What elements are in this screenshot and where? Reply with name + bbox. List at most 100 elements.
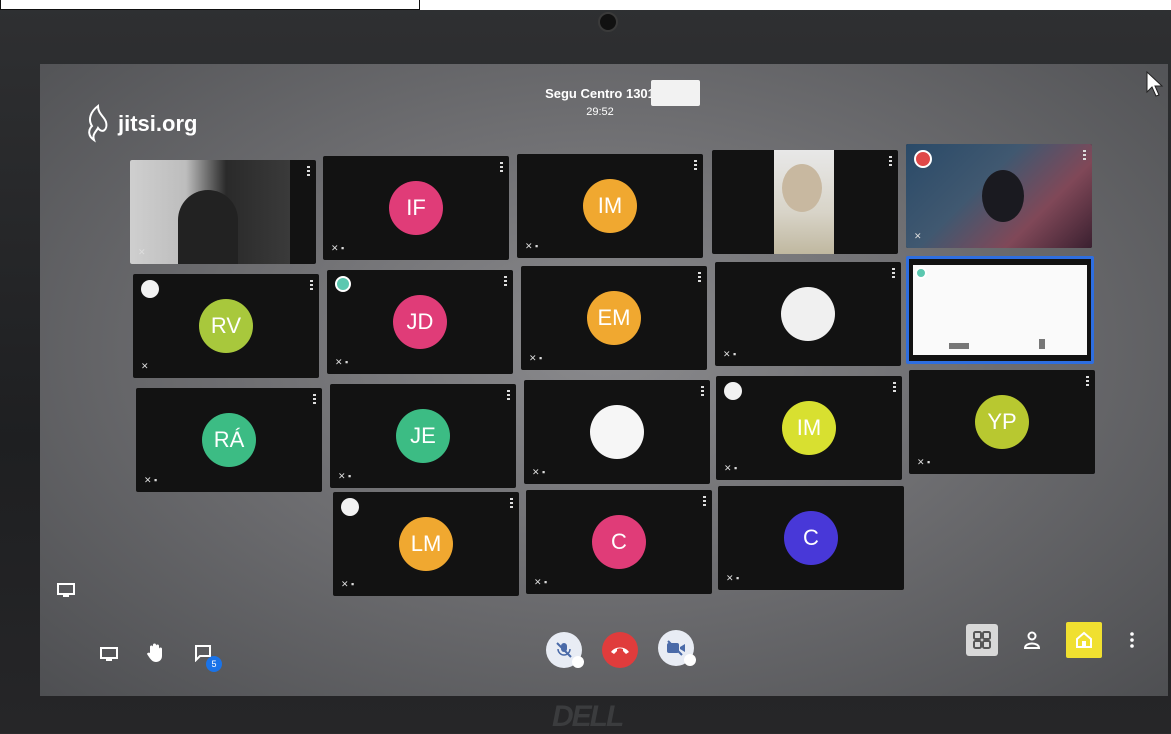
connection-status-icon xyxy=(335,276,351,292)
more-button[interactable] xyxy=(1122,628,1142,652)
mic-muted-indicator-icon: ✕ ▪ xyxy=(726,573,740,583)
tile-menu-icon[interactable] xyxy=(1083,150,1086,160)
status-dot xyxy=(341,498,359,516)
avatar: C xyxy=(592,515,646,569)
recording-icon xyxy=(914,150,932,168)
invite-icon xyxy=(1076,631,1092,648)
mic-muted-indicator-icon: ✕ ▪ xyxy=(723,349,737,359)
avatar: RV xyxy=(199,299,253,353)
avatar xyxy=(781,287,835,341)
tile-menu-icon[interactable] xyxy=(313,394,316,404)
participant-tile[interactable]: ✕ ▪ xyxy=(524,380,710,484)
invite-button[interactable] xyxy=(1066,622,1102,658)
meeting-timer: 29:52 xyxy=(586,106,614,118)
mic-muted-indicator-icon: ✕ ▪ xyxy=(525,241,539,251)
tile-view-icon xyxy=(973,631,991,649)
status-dot xyxy=(141,280,159,298)
participant-tile[interactable]: IM ✕ ▪ xyxy=(716,376,902,480)
participant-tile[interactable]: IF ✕ ▪ xyxy=(323,156,509,260)
more-icon xyxy=(1130,632,1134,648)
chat-unread-badge: 5 xyxy=(206,656,222,672)
mic-muted-indicator-icon: ✕ ▪ xyxy=(144,475,158,485)
hangup-icon xyxy=(611,647,629,654)
logo-text: jitsi.org xyxy=(118,111,198,136)
avatar: LM xyxy=(399,517,453,571)
avatar xyxy=(590,405,644,459)
tile-menu-icon[interactable] xyxy=(893,382,896,392)
mic-muted-indicator-icon: ✕ ▪ xyxy=(532,467,546,477)
mic-muted-indicator-icon: ✕ ▪ xyxy=(338,471,352,481)
tile-menu-icon[interactable] xyxy=(892,268,895,278)
participant-tile[interactable]: RÁ ✕ ▪ xyxy=(136,388,322,492)
avatar: JD xyxy=(393,295,447,349)
avatar: C xyxy=(784,511,838,565)
mic-muted-icon xyxy=(556,642,572,658)
jitsi-logo[interactable]: jitsi.org xyxy=(84,104,197,144)
avatar: YP xyxy=(975,395,1029,449)
raise-hand-button[interactable] xyxy=(142,640,168,666)
avatar: RÁ xyxy=(202,413,256,467)
tile-menu-icon[interactable] xyxy=(1086,376,1089,386)
mouse-cursor-icon xyxy=(1146,70,1164,97)
screen-share-tile[interactable] xyxy=(906,256,1094,364)
participant-tile[interactable]: C ✕ ▪ xyxy=(526,490,712,594)
top-strip xyxy=(0,0,1171,10)
tile-menu-icon[interactable] xyxy=(889,156,892,166)
screenshare-icon xyxy=(57,583,75,597)
mic-muted-indicator-icon: ✕ ▪ xyxy=(335,357,349,367)
mic-muted-indicator-icon: ✕ xyxy=(141,361,149,371)
tile-menu-icon[interactable] xyxy=(307,166,310,176)
hangup-button[interactable] xyxy=(602,632,638,668)
mic-options-dot[interactable] xyxy=(572,656,584,668)
screenshare-button[interactable] xyxy=(96,642,122,666)
mic-muted-indicator-icon: ✕ ▪ xyxy=(331,243,345,253)
raise-hand-icon xyxy=(147,643,162,662)
participant-tile[interactable]: ✕ ▪ xyxy=(715,262,901,366)
jitsi-logo-icon xyxy=(88,104,108,143)
brand-logo: DELL xyxy=(552,700,624,733)
microphone-button[interactable] xyxy=(546,632,584,668)
participant-tile[interactable]: JE ✕ ▪ xyxy=(330,384,516,488)
participant-tile[interactable]: EM ✕ ▪ xyxy=(521,266,707,370)
video-tile[interactable] xyxy=(712,150,898,254)
avatar: IM xyxy=(583,179,637,233)
tile-menu-icon[interactable] xyxy=(694,160,697,170)
participant-tile[interactable]: IM ✕ ▪ xyxy=(517,154,703,258)
tile-menu-icon[interactable] xyxy=(703,496,706,506)
participant-tile[interactable]: LM ✕ ▪ xyxy=(333,492,519,596)
camera-muted-icon xyxy=(667,640,685,656)
mic-muted-indicator-icon: ✕ ▪ xyxy=(917,457,931,467)
mic-muted-indicator-icon: ✕ xyxy=(138,247,146,257)
avatar: IF xyxy=(389,181,443,235)
tile-menu-icon[interactable] xyxy=(698,272,701,282)
screenshare-icon xyxy=(100,647,118,661)
video-tile[interactable]: ✕ xyxy=(906,144,1092,248)
webcam xyxy=(598,12,618,32)
participant-tile[interactable]: RV ✕ xyxy=(133,274,319,378)
avatar: EM xyxy=(587,291,641,345)
tile-menu-icon[interactable] xyxy=(701,386,704,396)
participant-tile[interactable]: C ✕ ▪ xyxy=(718,486,904,590)
meeting-screen: jitsi.org Segu Centro 1301 29:52 ✕ IF ✕ … xyxy=(40,64,1168,696)
tile-menu-icon[interactable] xyxy=(500,162,503,172)
mic-muted-indicator-icon: ✕ ▪ xyxy=(529,353,543,363)
mic-muted-indicator-icon: ✕ ▪ xyxy=(534,577,548,587)
participants-button[interactable] xyxy=(1018,626,1046,654)
tile-view-button[interactable] xyxy=(966,624,998,656)
camera-button[interactable] xyxy=(658,630,696,666)
screenshare-button[interactable] xyxy=(54,580,78,600)
camera-options-dot[interactable] xyxy=(684,654,696,666)
participant-tile[interactable]: YP ✕ ▪ xyxy=(909,370,1095,474)
participant-tile[interactable]: JD ✕ ▪ xyxy=(327,270,513,374)
title-input-box[interactable] xyxy=(651,80,700,106)
tile-menu-icon[interactable] xyxy=(504,276,507,286)
chat-button[interactable]: 5 xyxy=(190,640,222,672)
participants-icon xyxy=(1023,631,1041,649)
avatar: IM xyxy=(782,401,836,455)
video-tile[interactable]: ✕ xyxy=(130,160,316,264)
status-dot xyxy=(724,382,742,400)
tile-menu-icon[interactable] xyxy=(507,390,510,400)
tile-menu-icon[interactable] xyxy=(310,280,313,290)
tile-menu-icon[interactable] xyxy=(510,498,513,508)
avatar: JE xyxy=(396,409,450,463)
